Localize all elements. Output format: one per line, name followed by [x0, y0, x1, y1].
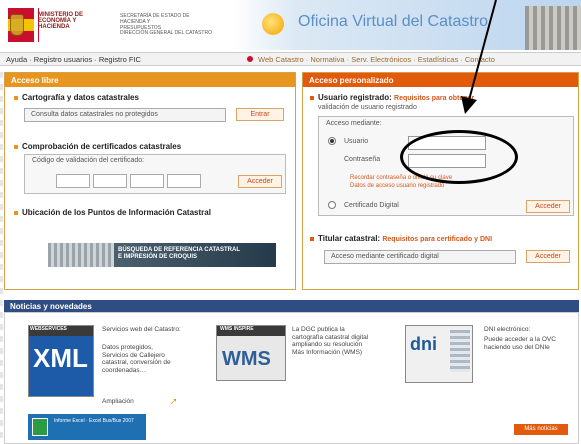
bullet-icon — [310, 236, 314, 241]
certificates-title: Comprobación de certificados catastrales — [14, 142, 181, 151]
panel-title: Acceso personalizado — [303, 73, 578, 87]
bullet-icon — [14, 144, 18, 149]
cadastral-owner-title: Titular catastral: Requisitos para certi… — [310, 234, 492, 243]
user-radio[interactable] — [328, 137, 336, 145]
excel-icon — [32, 418, 48, 436]
bullet-icon — [14, 210, 18, 215]
digital-certificate-label: Certificado Digital — [344, 202, 399, 209]
page-edge — [0, 66, 3, 444]
certificate-radio[interactable] — [328, 201, 336, 209]
annotation-ellipse — [400, 130, 518, 184]
directorate: DIRECCIÓN GENERAL DEL CATASTRO — [120, 30, 212, 36]
more-news-button[interactable]: Más noticias — [514, 424, 568, 435]
owner-access-button[interactable]: Acceder — [526, 250, 570, 263]
panel-title: Acceso libre — [5, 73, 295, 87]
ampliacion-link[interactable]: Ampliación — [102, 398, 134, 406]
banner-line-2: E IMPRESIÓN DE CROQUIS — [118, 254, 198, 260]
registered-user-label: Usuario registrado: — [318, 93, 392, 102]
owner-certificate-field[interactable]: Acceso mediante certificado digital — [324, 250, 516, 264]
xml-label: XML — [33, 343, 88, 373]
cadastral-map-image — [48, 243, 114, 267]
owner-requirements-link[interactable]: Requisitos para certificado y DNI — [382, 236, 492, 243]
dni-title[interactable]: DNI electrónico: — [484, 326, 564, 334]
certificate-access-button[interactable]: Acceder — [238, 175, 282, 188]
wms-tag: WMS INSPIRE — [220, 326, 254, 332]
user-label: Usuario — [344, 138, 369, 145]
login-access-button[interactable]: Acceder — [526, 200, 570, 213]
sun-logo-icon — [262, 13, 284, 35]
bullet-icon — [14, 95, 18, 100]
arrow-icon: ➚ — [170, 396, 178, 406]
access-data-link[interactable]: Datos de acceso usuario registrado — [350, 183, 444, 189]
wms-label: WMS — [222, 348, 271, 370]
banner-line-1: BÚSQUEDA DE REFERENCIA CATASTRAL — [118, 247, 241, 253]
code-input-2[interactable] — [93, 174, 127, 188]
ministry-name: MINISTERIO DE ECONOMÍA Y HACIENDA — [38, 12, 84, 30]
access-via-label: Acceso mediante: — [326, 120, 382, 127]
cartography-label: Cartografía y datos catastrales — [22, 93, 139, 102]
cartography-title: Cartografía y datos catastrales — [14, 93, 139, 102]
cadastral-owner-label: Titular catastral: — [318, 234, 381, 243]
nav-links-left[interactable]: Ayuda · Registro usuarios · Registro FIC — [6, 55, 141, 64]
cartography-field[interactable]: Consulta datos catastrales no protegidos — [24, 108, 226, 122]
validation-code-label: Código de validación del certificado: — [32, 157, 145, 164]
building-image — [525, 6, 581, 50]
webservices-tag: WEBSERVICES — [30, 326, 67, 332]
dni-card-image — [450, 330, 470, 372]
annotation-arrow — [461, 0, 497, 114]
code-input-3[interactable] — [130, 174, 164, 188]
info-points-label: Ubicación de los Puntos de Información C… — [22, 208, 211, 217]
registered-user-title: Usuario registrado: Requisitos para obte… — [310, 93, 474, 102]
password-label: Contraseña — [344, 156, 381, 163]
wms-text: La DGC publica la cartografía catastral … — [292, 326, 369, 356]
code-input-4[interactable] — [167, 174, 201, 188]
nav-bullet-icon — [247, 56, 253, 62]
dni-label: dni — [410, 334, 437, 354]
radio-dot — [330, 139, 334, 143]
info-points-title: Ubicación de los Puntos de Información C… — [14, 208, 211, 217]
sub-organization: SECRETARÍA DE ESTADO DE HACIENDA Y PRESU… — [120, 13, 190, 31]
bullet-icon — [310, 95, 314, 100]
registered-user-intro: validación de usuario registrado — [318, 104, 417, 111]
coat-of-arms-icon — [10, 14, 24, 36]
webservices-text: Datos protegidos, Servicios de Callejero… — [102, 344, 171, 374]
news-header: Noticias y novedades — [4, 300, 579, 312]
certificates-label: Comprobación de certificados catastrales — [22, 142, 182, 151]
cartography-enter-button[interactable]: Entrar — [236, 108, 284, 121]
code-input-1[interactable] — [56, 174, 90, 188]
webservices-title[interactable]: Servicios web del Catastro: — [102, 326, 182, 334]
dni-text: Puede acceder a la OVC haciendo uso del … — [484, 336, 556, 351]
